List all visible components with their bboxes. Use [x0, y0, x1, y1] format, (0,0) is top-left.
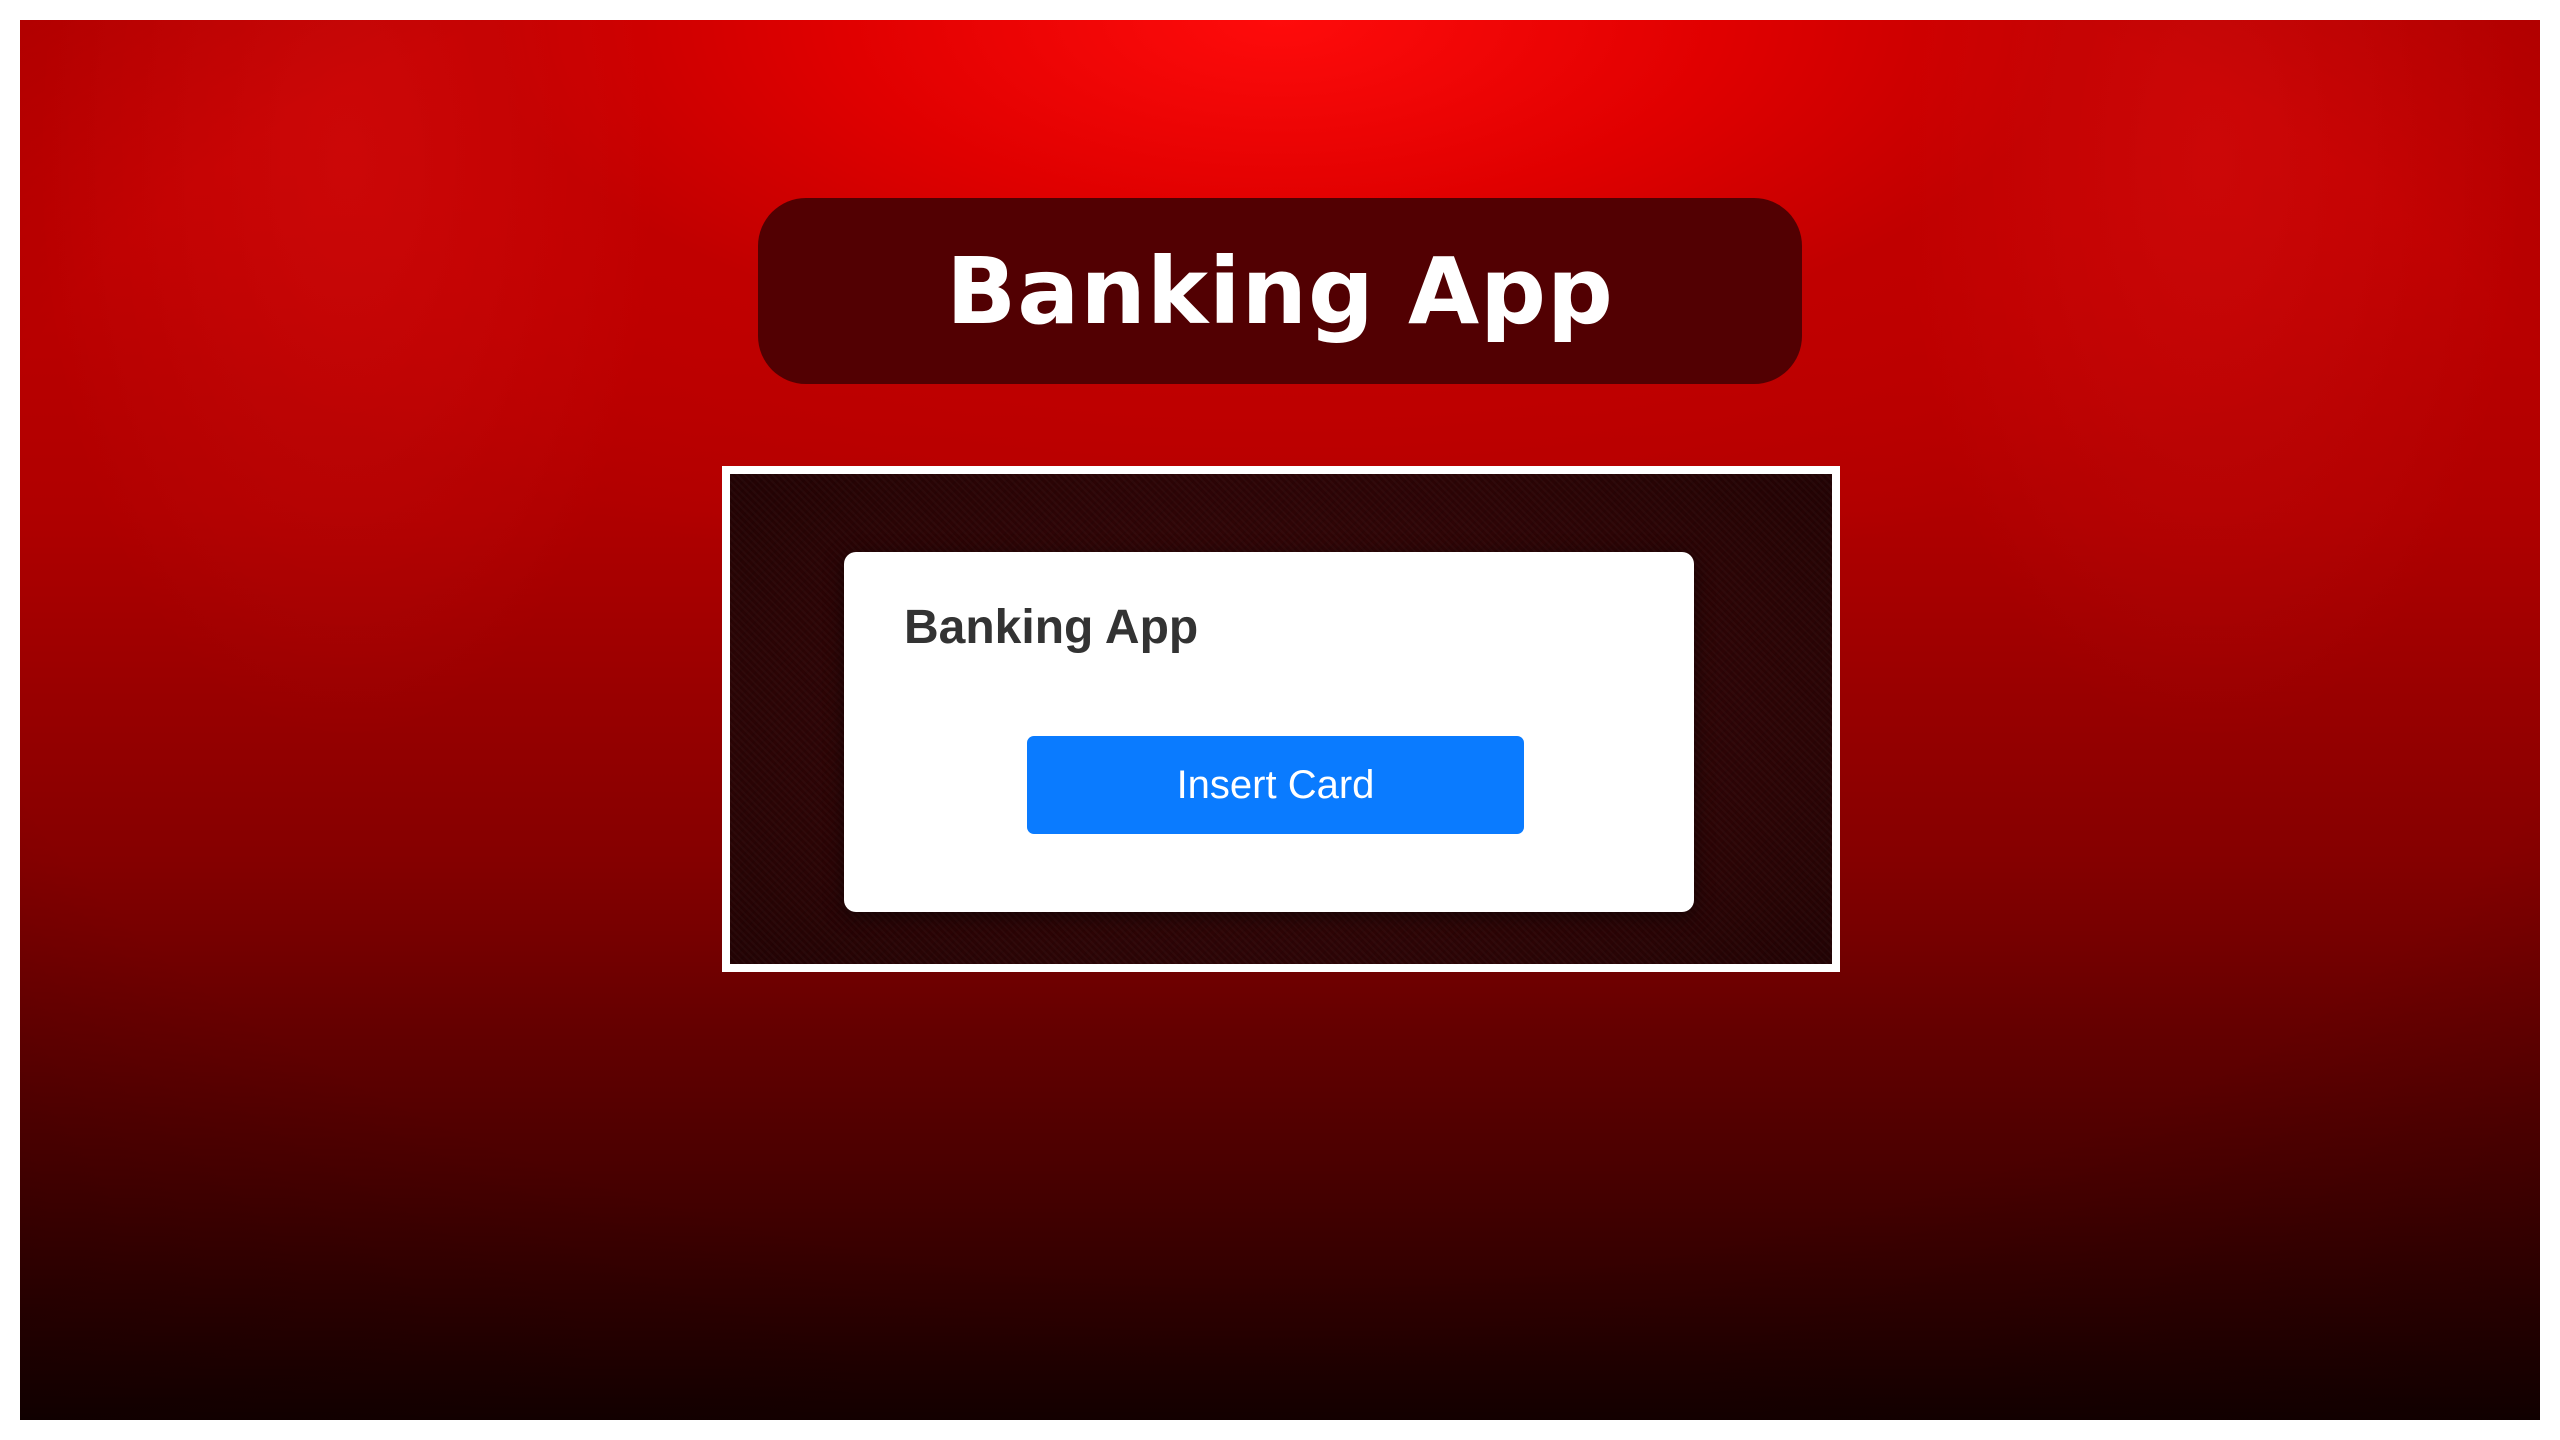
title-banner: Banking App: [758, 198, 1802, 384]
app-title: Banking App: [904, 601, 1199, 654]
insert-card-button[interactable]: Insert Card: [1027, 736, 1524, 834]
banner-title: Banking App: [946, 237, 1614, 345]
